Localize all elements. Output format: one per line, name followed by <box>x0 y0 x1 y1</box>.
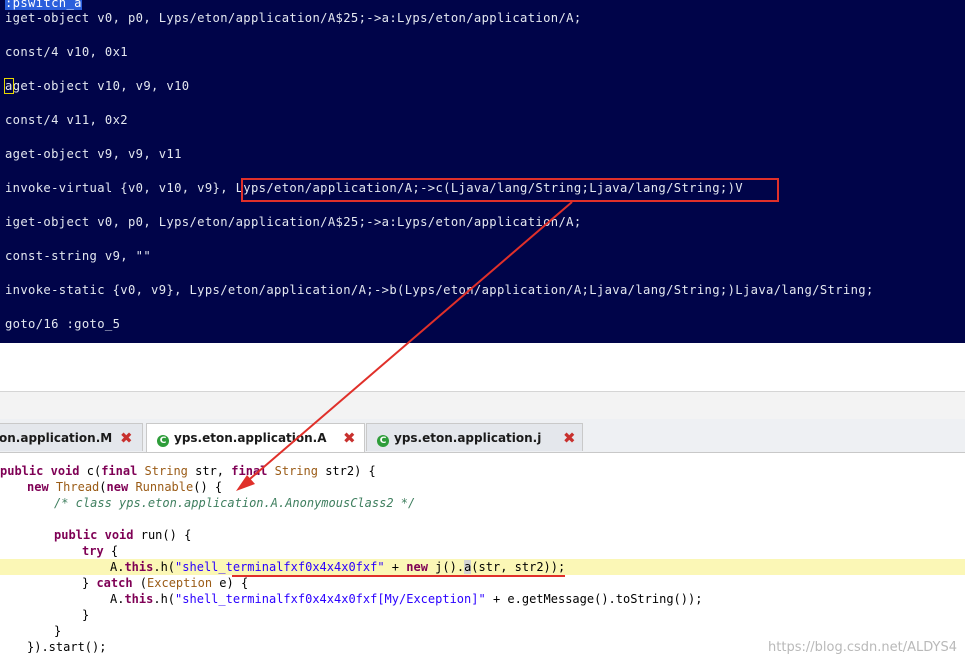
code-text: A. <box>110 560 125 574</box>
string-literal: "shell_terminalfxf0x4x4x0fxf" <box>175 560 385 574</box>
class-icon: C <box>377 435 389 447</box>
keyword: void <box>104 528 134 542</box>
smali-highlight-box <box>241 178 779 202</box>
code-text: + e.getMessage().toString()); <box>485 592 703 606</box>
code-line: } <box>82 608 90 622</box>
close-icon[interactable]: ✖ <box>563 424 576 451</box>
code-line-current: A.this.h("shell_terminalfxf0x4x4x0fxf" +… <box>110 559 565 575</box>
keyword: void <box>50 464 80 478</box>
code-text: c( <box>79 464 102 478</box>
code-text: (str, str2)); <box>471 560 566 574</box>
code-text: j(). <box>427 560 465 574</box>
keyword: new <box>406 560 428 574</box>
tab-label: yps.eton.application.j <box>394 431 542 445</box>
smali-line: aget-object v9, v9, v11 <box>5 147 182 161</box>
code-line: }).start(); <box>27 640 107 654</box>
editor-tab-bar: on.application.M ✖ Cyps.eton.application… <box>0 419 965 453</box>
type-name: Exception <box>147 576 213 590</box>
keyword: try <box>82 544 104 558</box>
keyword: catch <box>96 576 133 590</box>
keyword: this <box>124 592 154 606</box>
smali-line: const/4 v11, 0x2 <box>5 113 128 127</box>
code-text: { <box>103 544 119 558</box>
keyword: this <box>124 560 154 574</box>
keyword: final <box>101 464 138 478</box>
code-line: public void run() { <box>54 527 191 543</box>
smali-line: const-string v9, "" <box>5 249 152 263</box>
smali-invoke-prefix: invoke-virtual {v0, v10, v9}, <box>5 181 228 195</box>
class-icon: C <box>157 435 169 447</box>
tab-label: on.application.M <box>0 431 113 445</box>
type-name: Runnable <box>135 480 194 494</box>
code-line: } catch (Exception e) { <box>82 575 248 591</box>
smali-line: iget-object v0, p0, Lyps/eton/applicatio… <box>5 215 582 229</box>
string-literal: "shell_terminalfxf0x4x4x0fxf[My/Exceptio… <box>175 592 486 606</box>
smali-line: invoke-static {v0, v9}, Lyps/eton/applic… <box>5 283 874 297</box>
keyword: new <box>27 480 49 494</box>
smali-line: const/4 v10, 0x1 <box>5 45 128 59</box>
type-name: String <box>144 464 188 478</box>
tab-application-m[interactable]: on.application.M ✖ <box>0 423 143 451</box>
code-line: A.this.h("shell_terminalfxf0x4x4x0fxf[My… <box>110 591 702 607</box>
close-icon[interactable]: ✖ <box>120 424 133 451</box>
smali-label-selected[interactable]: :pswitch_a <box>5 0 82 10</box>
tab-content: Cyps.eton.application.j <box>377 424 541 451</box>
code-text: run() { <box>133 528 192 542</box>
watermark-text: https://blog.csdn.net/ALDYS4 <box>768 640 957 655</box>
code-text: ( <box>99 480 107 494</box>
code-text: .h( <box>153 592 176 606</box>
red-underline-annotation <box>232 575 565 577</box>
smali-line-text: get-object v10, v9, v10 <box>12 79 190 93</box>
keyword: final <box>231 464 268 478</box>
tab-label: yps.eton.application.A <box>174 431 327 445</box>
smali-line: aget-object v10, v9, v10 <box>4 78 190 94</box>
type-name: Thread <box>55 480 100 494</box>
code-comment: /* class yps.eton.application.A.Anonymou… <box>54 496 416 510</box>
code-text: ( <box>132 576 148 590</box>
tab-application-a[interactable]: Cyps.eton.application.A ✖ <box>146 423 365 452</box>
toolbar-strip <box>0 391 965 420</box>
keyword: public <box>54 528 98 542</box>
smali-console[interactable]: :pswitch_a iget-object v0, p0, Lyps/eton… <box>0 0 965 343</box>
code-line: new Thread(new Runnable() { <box>27 479 222 495</box>
keyword: public <box>0 464 44 478</box>
code-text: () { <box>193 480 223 494</box>
code-text: A. <box>110 592 125 606</box>
type-name: String <box>274 464 318 478</box>
code-line: try { <box>82 543 118 559</box>
code-text: } <box>82 576 97 590</box>
code-text: + <box>384 560 407 574</box>
code-text: str, <box>187 464 232 478</box>
code-line: public void c(final String str, final St… <box>0 463 376 479</box>
code-text: .h( <box>153 560 176 574</box>
blank-area <box>0 343 965 391</box>
java-code-editor[interactable]: public void c(final String str, final St… <box>0 453 965 667</box>
close-icon[interactable]: ✖ <box>343 424 356 452</box>
code-text: e) { <box>212 576 249 590</box>
tab-content: Cyps.eton.application.A <box>157 424 327 452</box>
keyword: new <box>106 480 129 494</box>
code-text: str2) { <box>317 464 376 478</box>
code-line: } <box>54 624 62 638</box>
tab-application-j[interactable]: Cyps.eton.application.j ✖ <box>366 423 583 451</box>
smali-line: goto/16 :goto_5 <box>5 317 121 331</box>
text-caret: a <box>4 78 14 94</box>
smali-line: iget-object v0, p0, Lyps/eton/applicatio… <box>5 11 582 25</box>
